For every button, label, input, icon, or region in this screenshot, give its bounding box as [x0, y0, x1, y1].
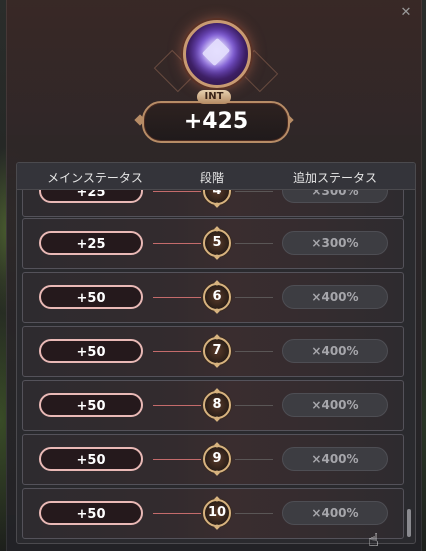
step-badge: 9 [203, 445, 231, 473]
connector-line [153, 191, 201, 192]
connector-line [153, 243, 201, 244]
hand-cursor-icon: ☝ [368, 530, 379, 551]
table-rows[interactable]: +25 4 ×300% +25 5 ×300% +50 6 ×400% +50 … [17, 190, 415, 543]
connector-line [153, 459, 201, 460]
step-badge: 10 [203, 499, 231, 527]
table-row: +50 8 ×400% [22, 380, 404, 431]
connector-line [235, 243, 273, 244]
connector-line [153, 513, 201, 514]
connector-line [235, 191, 273, 192]
main-stat-value: +50 [39, 393, 143, 417]
gem-emblem-icon [183, 20, 251, 88]
connector-line [153, 351, 201, 352]
step-table: メインステータス 段階 追加ステータス +25 4 ×300% +25 5 ×3… [16, 162, 416, 544]
table-row: +50 7 ×400% [22, 326, 404, 377]
main-stat-value: +25 [39, 190, 143, 203]
scrollbar[interactable] [407, 193, 411, 541]
connector-line [235, 513, 273, 514]
header-bonus-stat: 追加ステータス [292, 171, 377, 185]
step-badge: 5 [203, 229, 231, 257]
bonus-stat-value: ×400% [282, 501, 388, 525]
main-stat-value: +25 [39, 231, 143, 255]
table-row: +25 4 ×300% [22, 190, 404, 217]
main-stat-value: +50 [39, 285, 143, 309]
connector-line [153, 405, 201, 406]
table-row: +50 6 ×400% [22, 272, 404, 323]
step-badge: 4 [203, 190, 231, 205]
header-main-stat: メインステータス [47, 171, 143, 185]
stat-value: +425 [142, 101, 290, 143]
connector-line [235, 405, 273, 406]
bonus-stat-value: ×300% [282, 190, 388, 203]
bonus-stat-value: ×400% [282, 339, 388, 363]
connector-line [235, 351, 273, 352]
connector-line [153, 297, 201, 298]
bonus-stat-value: ×300% [282, 231, 388, 255]
bonus-stat-value: ×400% [282, 285, 388, 309]
step-badge: 8 [203, 391, 231, 419]
stat-badge: INT [197, 90, 231, 104]
table-row: +50 9 ×400% [22, 434, 404, 485]
scrollbar-thumb[interactable] [407, 509, 411, 537]
step-badge: 7 [203, 337, 231, 365]
table-row: +25 5 ×300% [22, 218, 404, 269]
connector-line [235, 297, 273, 298]
main-stat-value: +50 [39, 501, 143, 525]
bonus-stat-value: ×400% [282, 393, 388, 417]
connector-line [235, 459, 273, 460]
step-badge: 6 [203, 283, 231, 311]
header-step: 段階 [199, 171, 224, 185]
close-icon[interactable]: ✕ [399, 6, 413, 20]
bonus-stat-value: ×400% [282, 447, 388, 471]
main-stat-value: +50 [39, 339, 143, 363]
table-header: メインステータス 段階 追加ステータス [17, 163, 415, 190]
main-stat-value: +50 [39, 447, 143, 471]
table-row: +50 10 ×400% [22, 488, 404, 539]
